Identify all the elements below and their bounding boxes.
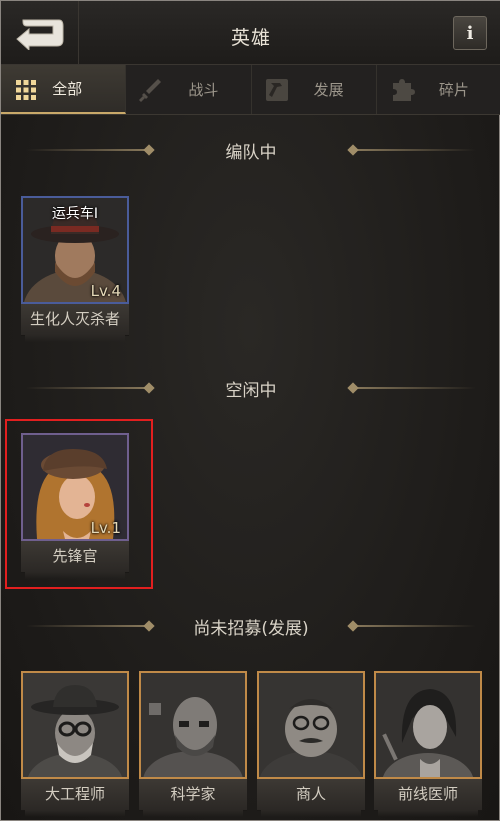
tab-development[interactable]: 发展 (252, 65, 377, 114)
tab-fragments[interactable]: 碎片 (377, 65, 500, 114)
hero-portrait: 运兵车I Lv.4 (21, 196, 129, 304)
divider-right (351, 387, 476, 389)
hero-card-scientist[interactable]: 科学家 (139, 671, 247, 817)
hero-level: Lv.4 (90, 282, 121, 300)
section-header-not-recruited: 尚未招募(发展) (1, 613, 500, 639)
hero-portrait (139, 671, 247, 779)
page-title: 英雄 (230, 27, 271, 49)
heroes-screen: 英雄 i 全部 战斗 发展 碎片 编队中 运兵车I Lv.4 生化人灭杀者 空闲… (0, 0, 500, 821)
tab-fragments-label: 碎片 (438, 81, 469, 99)
section-header-idle: 空闲中 (1, 375, 500, 401)
hero-portrait-chief-engineer-image (23, 673, 127, 777)
hero-assignment-tag: 运兵车I (51, 206, 99, 222)
tab-all-label: 全部 (52, 80, 83, 98)
hero-portrait (374, 671, 482, 779)
back-arrow-icon (15, 19, 63, 50)
hero-portrait-frontline-medic-image (376, 673, 480, 777)
tab-all[interactable]: 全部 (1, 65, 127, 114)
hero-portrait (257, 671, 365, 779)
back-button[interactable] (1, 1, 79, 65)
category-tabs: 全部 战斗 发展 碎片 (1, 65, 500, 115)
hero-name: 前线医师 (374, 779, 482, 817)
selection-highlight (5, 419, 153, 589)
hero-portrait-merchant-image (259, 673, 363, 777)
hero-name: 大工程师 (21, 779, 129, 817)
divider-right (351, 625, 476, 627)
hero-card-merchant[interactable]: 商人 (257, 671, 365, 817)
top-bar: 英雄 i (1, 1, 500, 65)
hero-card-bio-slayer[interactable]: 运兵车I Lv.4 生化人灭杀者 (21, 196, 129, 342)
hero-portrait (21, 671, 129, 779)
hero-portrait-scientist-image (141, 673, 245, 777)
hero-name: 生化人灭杀者 (21, 304, 129, 342)
divider-right (351, 149, 476, 151)
hero-card-frontline-medic[interactable]: 前线医师 (374, 671, 482, 817)
hero-name: 科学家 (139, 779, 247, 817)
tab-combat[interactable]: 战斗 (126, 65, 252, 114)
tab-combat-label: 战斗 (188, 81, 219, 99)
hero-name: 商人 (257, 779, 365, 817)
hero-card-chief-engineer[interactable]: 大工程师 (21, 671, 129, 817)
info-button[interactable]: i (453, 16, 487, 50)
tab-development-label: 发展 (313, 81, 344, 99)
section-header-in-team: 编队中 (1, 137, 500, 163)
